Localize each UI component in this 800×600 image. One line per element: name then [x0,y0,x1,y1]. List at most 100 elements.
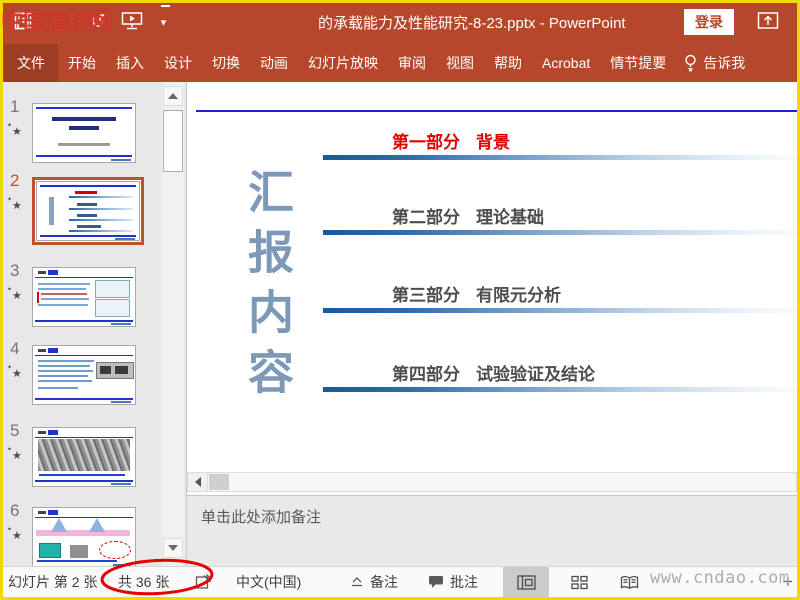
tab-home[interactable]: 开始 [58,44,106,82]
lightbulb-icon [685,54,696,72]
login-button[interactable]: 登录 [684,9,734,35]
slide-entry-1: 1 ★ [3,97,136,163]
customize-qat-chevron-icon[interactable]: ▾ [160,5,170,35]
slide-entry-3: 3 ★ [3,261,136,327]
slide-entry-2: 2 ★ [3,171,144,245]
slide-thumbnail-5[interactable] [32,427,136,487]
horizontal-scrollbar[interactable] [187,472,797,492]
slide-thumbnail-4[interactable] [32,345,136,405]
comments-icon [429,576,443,588]
slide-thumbnail-panel: 1 ★ 2 ★ 3 ★ 4 ★ 5 ★ 6 ★ [3,82,186,566]
slide-number: 1 [10,97,20,116]
slide-position-indicator: 幻灯片 第 2 张 [8,574,98,590]
slide-section-row-4: 第四部分 试验验证及结论 [187,360,797,396]
slide-thumbnail-6[interactable] [32,507,136,566]
notes-toggle-label: 备注 [370,574,398,590]
scroll-down-button[interactable] [163,538,183,558]
slide-sorter-view-button[interactable] [556,567,602,597]
section-1-text: 第一部分 背景 [392,133,510,152]
tab-help[interactable]: 帮助 [484,44,532,82]
slide-number: 2 [10,171,20,190]
notes-placeholder: 单击此处添加备注 [201,509,322,526]
comments-toggle-label: 批注 [450,574,478,590]
thumbnail-graphic [37,182,139,240]
left-arrow-icon [194,477,201,487]
slide-number: 3 [10,261,20,280]
scrollbar-thumb[interactable] [209,474,229,490]
normal-view-button[interactable] [503,567,549,597]
notes-collapse-icon [352,577,362,587]
slide-thumbnail-3[interactable] [32,267,136,327]
slide-number: 6 [10,501,20,520]
scroll-left-button[interactable] [188,473,208,491]
animation-star-icon: ★ [7,526,32,542]
animation-star-icon: ★ [7,122,32,138]
slide-number: 4 [10,339,20,358]
slide-section-row-3: 第三部分 有限元分析 [187,281,797,317]
scroll-up-button[interactable] [163,86,183,106]
spellcheck-icon[interactable] [195,567,213,597]
title-bar: ↺ ▾ 的承载能力及性能研究-8-23.pptx - PowerPoint 登录 [0,0,800,44]
slide-top-rule [196,110,797,112]
section-3-text: 第三部分 有限元分析 [392,286,561,305]
reading-view-button[interactable] [606,567,652,597]
tab-design[interactable]: 设计 [154,44,202,82]
tab-acrobat[interactable]: Acrobat [532,44,600,82]
screenshot-border [0,0,3,600]
tab-view[interactable]: 视图 [436,44,484,82]
powerpoint-window: ↺ ▾ 的承载能力及性能研究-8-23.pptx - PowerPoint 登录… [0,0,800,600]
site-watermark-top: 中国道桥网 [1,8,112,35]
tab-review[interactable]: 审阅 [388,44,436,82]
slide-number: 5 [10,421,20,440]
section-underline [323,230,797,235]
tell-me-label: 告诉我 [703,55,746,71]
scrollbar-thumb[interactable] [163,110,183,172]
comments-toggle[interactable]: 批注 [428,567,478,597]
down-arrow-icon [168,545,178,551]
reading-view-icon [620,575,638,589]
tab-insert[interactable]: 插入 [106,44,154,82]
slide-total-indicator: 共 36 张 [118,574,170,590]
animation-star-icon: ★ [7,196,32,212]
thumbnail-graphic [33,268,135,326]
slide-entry-4: 4 ★ [3,339,136,405]
tab-slideshow[interactable]: 幻灯片放映 [298,44,388,82]
animation-star-icon: ★ [7,446,32,462]
panel-divider [186,82,187,566]
slide-editing-area[interactable]: 汇报内容 第一部分 背景 第二部分 理论基础 第三部分 有限元分析 第四部分 试验验证及… [187,82,797,566]
normal-view-icon [516,574,536,590]
notes-pane[interactable]: 单击此处添加备注 [187,495,797,566]
window-title: 的承载能力及性能研究-8-23.pptx - PowerPoint [318,15,626,32]
start-slideshow-icon[interactable] [121,8,143,34]
slide-section-row-2: 第二部分 理论基础 [187,203,797,239]
slide-thumbnail-2-selected[interactable] [32,177,144,245]
thumbnail-graphic [33,104,135,162]
slide-entry-5: 5 ★ [3,421,136,487]
tell-me-box[interactable]: 告诉我 [676,44,753,82]
ribbon-display-options-icon[interactable] [757,11,779,36]
slide-sorter-icon [570,575,588,589]
screenshot-border [0,0,800,3]
tab-animations[interactable]: 动画 [250,44,298,82]
slide-thumbnail-1[interactable] [32,103,136,163]
animation-star-icon: ★ [7,364,32,380]
thumbnail-graphic [33,346,135,404]
tab-storyboarding[interactable]: 情节提要 [600,44,676,82]
section-underline [323,155,797,160]
section-2-text: 第二部分 理论基础 [392,208,544,227]
tab-transitions[interactable]: 切换 [202,44,250,82]
animation-star-icon: ★ [7,286,32,302]
thumbnail-scrollbar[interactable] [162,82,184,566]
slide-section-row-1: 第一部分 背景 [187,128,797,164]
site-watermark-bottom: www.cndao.com [650,568,790,588]
thumbnail-graphic [33,508,135,566]
ribbon-tab-bar: 文件 开始 插入 设计 切换 动画 幻灯片放映 审阅 视图 帮助 Acrobat… [0,44,800,82]
notes-toggle[interactable]: 备注 [350,567,398,597]
section-4-text: 第四部分 试验验证及结论 [392,365,595,384]
section-underline [323,387,797,392]
thumbnail-graphic [33,428,135,486]
tab-file[interactable]: 文件 [4,44,58,82]
slide-entry-6: 6 ★ [3,501,136,566]
language-indicator[interactable]: 中文(中国) [236,567,301,597]
section-underline [323,308,797,313]
